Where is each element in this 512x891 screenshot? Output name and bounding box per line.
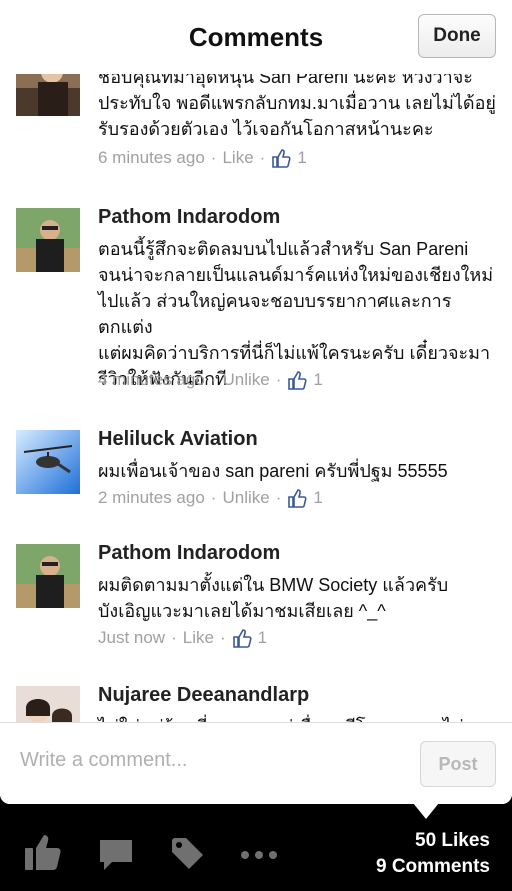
comment-text-line: แต่ผมคิดว่าบริการที่นี่ก็ไม่แพ้ใครนะครับ… xyxy=(98,343,491,363)
separator: · xyxy=(171,628,177,647)
commenter-name[interactable]: Pathom Indarodom xyxy=(98,206,280,229)
tag-icon[interactable] xyxy=(170,836,204,875)
avatar[interactable] xyxy=(16,686,80,722)
like-icon[interactable] xyxy=(24,832,62,877)
unlike-link[interactable]: Unlike xyxy=(222,370,269,390)
post-button[interactable]: Post xyxy=(420,741,496,787)
comment-text-line: ผมติดตามมาตั้งแต่ใน BMW Society แล้วครับ xyxy=(98,575,449,595)
avatar[interactable] xyxy=(16,208,80,272)
thumbs-up-icon xyxy=(287,488,307,508)
comment-text-line: รับรองด้วยตัวเอง ไว้เจอกันโอกาสหน้านะคะ xyxy=(98,119,434,139)
comment-text-line: ไปแล้ว ส่วนใหญ่คนจะชอบบรรยากาศและการตกแต… xyxy=(98,291,452,337)
separator: · xyxy=(210,370,217,389)
more-icon[interactable] xyxy=(240,847,278,865)
engagement-counts: 50 Likes 9 Comments xyxy=(376,828,490,880)
like-link[interactable]: Like xyxy=(183,628,214,648)
avatar[interactable] xyxy=(16,74,80,116)
thumbs-up-icon xyxy=(232,628,252,648)
sheet-pointer xyxy=(413,803,439,819)
avatar[interactable] xyxy=(16,544,80,608)
commenter-name[interactable]: Heliluck Aviation xyxy=(98,428,258,451)
comment-text: ผมติดตามมาตั้งแต่ใน BMW Society แล้วครับ… xyxy=(98,572,498,624)
comment-text-line: ชอบคุณทมาอุดหนุน San Pareni นะคะ หวงวาจะ xyxy=(98,74,473,87)
timestamp: Just now xyxy=(98,628,166,647)
like-count: 1 xyxy=(313,370,323,389)
comment-list[interactable]: ชอบคุณทมาอุดหนุน San Pareni นะคะ หวงวาจะ… xyxy=(0,74,512,722)
timestamp: 6 minutes ago xyxy=(98,148,205,167)
comment-text: ชอบคุณทมาอุดหนุน San Pareni นะคะ หวงวาจะ… xyxy=(98,74,498,142)
comment-text: ตอนนี้รู้สึกจะติดลมบนไปแล้วสำหรับ San Pa… xyxy=(98,236,498,392)
comment-icon[interactable] xyxy=(98,838,134,877)
comments-count[interactable]: 9 Comments xyxy=(376,854,490,880)
comments-sheet: Comments Done ชอบคุณทมาอุดหนุน San Paren… xyxy=(0,0,512,804)
comment-meta: 6 minutes ago · Like · 1 xyxy=(98,148,307,168)
comment-text-line: ผมเพื่อนเจ้าของ san pareni ครับพี่ปฐม 55… xyxy=(98,461,448,481)
separator: · xyxy=(259,148,266,167)
comment-text-line: บังเอิญแวะมาเลยได้มาชมเสียเลย ^_^ xyxy=(98,601,386,621)
like-count: 1 xyxy=(257,628,268,647)
separator: · xyxy=(275,488,282,507)
comment-text: ผมเพื่อนเจ้าของ san pareni ครับพี่ปฐม 55… xyxy=(98,458,498,484)
timestamp: 2 minutes ago xyxy=(98,488,205,507)
separator: · xyxy=(210,488,217,507)
comment-meta: 2 minutes ago · Unlike · 1 xyxy=(98,488,323,508)
timestamp: 4 minutes ago xyxy=(98,370,205,389)
comment-text-line: จนน่าจะกลายเป็นแลนด์มาร์คแห่งใหม่ของเชีย… xyxy=(98,265,494,285)
comment-input[interactable]: Write a comment... xyxy=(20,749,187,772)
header: Comments Done xyxy=(0,0,512,74)
comment-composer: Write a comment... Post xyxy=(0,722,512,804)
comment-text-line: ประทับใจ พอดีแพรกลับกทม.มาเมื่อวาน เลยไม… xyxy=(98,93,496,113)
comment-meta: Just now · Like · 1 xyxy=(98,628,267,648)
commenter-name[interactable]: Nujaree Deeanandlarp xyxy=(98,684,309,707)
like-count: 1 xyxy=(313,488,323,507)
done-button[interactable]: Done xyxy=(418,14,496,58)
avatar[interactable] xyxy=(16,430,80,494)
unlike-link[interactable]: Unlike xyxy=(222,488,269,508)
commenter-name[interactable]: Pathom Indarodom xyxy=(98,542,280,565)
comment-text: ไม่ใช่แค่ร้านที่สวยงามแต่เพื่อนๆมีโภชนาก… xyxy=(98,714,498,722)
like-count: 1 xyxy=(297,148,307,167)
thumbs-up-icon xyxy=(287,370,307,390)
thumbs-up-icon xyxy=(271,148,291,168)
separator: · xyxy=(210,148,217,167)
separator: · xyxy=(275,370,282,389)
comment-text-line: ไม่ใช่แค่ร้านที่สวยงามแต่เพื่อนๆมีโภชนาก… xyxy=(98,714,498,722)
comment-text-line: ตอนนี้รู้สึกจะติดลมบนไปแล้วสำหรับ San Pa… xyxy=(98,239,469,259)
likes-count[interactable]: 50 Likes xyxy=(376,828,490,854)
like-link[interactable]: Like xyxy=(222,148,253,168)
separator: · xyxy=(219,628,226,647)
comment-meta: 4 minutes ago · Unlike · 1 xyxy=(98,370,323,390)
